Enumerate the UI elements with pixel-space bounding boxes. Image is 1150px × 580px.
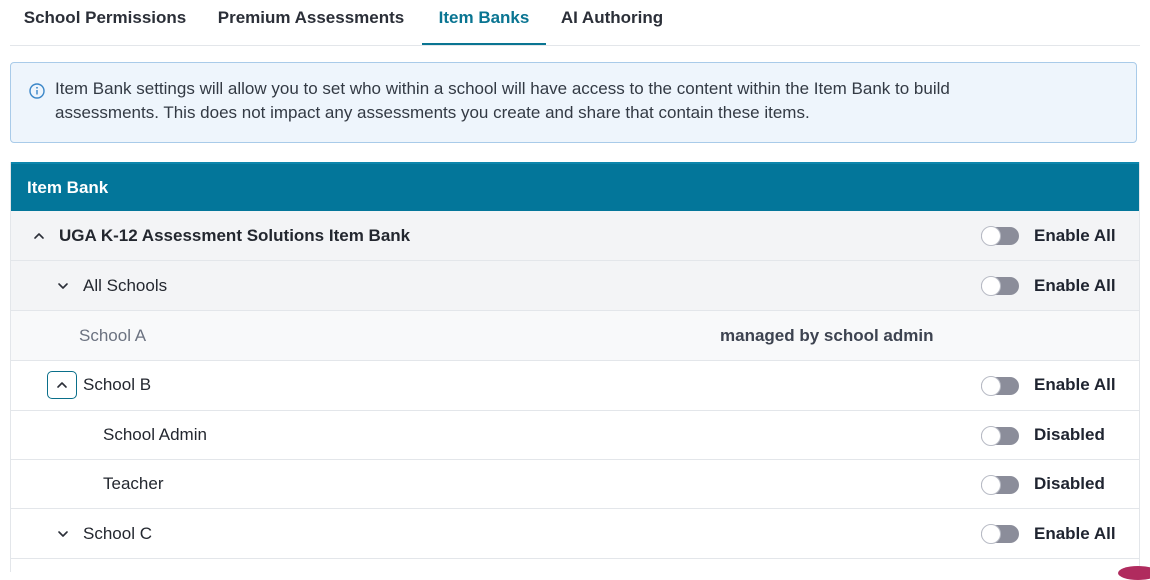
enable-all-toggle-all-schools[interactable] — [981, 276, 1019, 296]
toggle-label: Enable All — [1034, 276, 1116, 295]
chevron-up-icon — [57, 382, 67, 388]
row-label-school-c: School C — [83, 524, 152, 543]
tab-premium-assessments[interactable]: Premium Assessments — [206, 0, 416, 44]
tab-bar: School Permissions Premium Assessments I… — [10, 0, 1140, 46]
table-row-item-bank: UGA K-12 Assessment Solutions Item Bank … — [11, 211, 1139, 261]
row-label-school-a: School A — [79, 326, 147, 345]
row-label-school-admin: School Admin — [103, 425, 207, 444]
toggle-label: Disabled — [1034, 474, 1105, 493]
collapse-school-b-button[interactable] — [47, 371, 77, 399]
table-header-label: Item Bank — [27, 178, 109, 197]
info-circle-icon — [29, 83, 45, 99]
tab-item-banks[interactable]: Item Banks — [422, 0, 546, 45]
toggle-label: Enable All — [1034, 375, 1116, 394]
enable-all-toggle-school-c[interactable] — [981, 524, 1019, 544]
floating-help-button-edge[interactable] — [1118, 566, 1150, 580]
school-admin-access-toggle[interactable] — [981, 426, 1019, 446]
info-text: Item Bank settings will allow you to set… — [55, 79, 950, 122]
chevron-up-icon[interactable] — [32, 229, 46, 243]
managed-by-note: managed by school admin — [720, 326, 934, 345]
enable-all-toggle-item-bank[interactable] — [981, 226, 1019, 246]
toggle-label: Enable All — [1034, 226, 1116, 245]
row-label-school-b: School B — [83, 375, 152, 394]
table-row-school-c: School C Enable All — [11, 509, 1139, 559]
toggle-label: Enable All — [1034, 524, 1116, 543]
table-row-school-a: School A managed by school admin — [11, 311, 1139, 361]
table-row-teacher: Teacher Disabled — [11, 460, 1139, 509]
toggle-label: Disabled — [1034, 425, 1105, 444]
row-label-teacher: Teacher — [103, 474, 164, 493]
chevron-down-icon[interactable] — [56, 527, 70, 541]
table-header: Item Bank — [11, 162, 1139, 211]
row-label-all-schools: All Schools — [83, 276, 168, 295]
table-row-all-schools: All Schools Enable All — [11, 261, 1139, 311]
item-bank-name: UGA K-12 Assessment Solutions Item Bank — [59, 226, 411, 245]
info-banner: Item Bank settings will allow you to set… — [10, 62, 1137, 143]
teacher-access-toggle[interactable] — [981, 475, 1019, 495]
tab-school-permissions[interactable]: School Permissions — [10, 0, 200, 44]
table-row-school-admin: School Admin Disabled — [11, 411, 1139, 460]
tab-ai-authoring[interactable]: AI Authoring — [554, 0, 670, 44]
chevron-down-icon[interactable] — [56, 279, 70, 293]
item-bank-table: Item Bank UGA K-12 Assessment Solutions … — [10, 162, 1140, 572]
enable-all-toggle-school-b[interactable] — [981, 376, 1019, 396]
table-row-school-b: School B Enable All — [11, 361, 1139, 411]
